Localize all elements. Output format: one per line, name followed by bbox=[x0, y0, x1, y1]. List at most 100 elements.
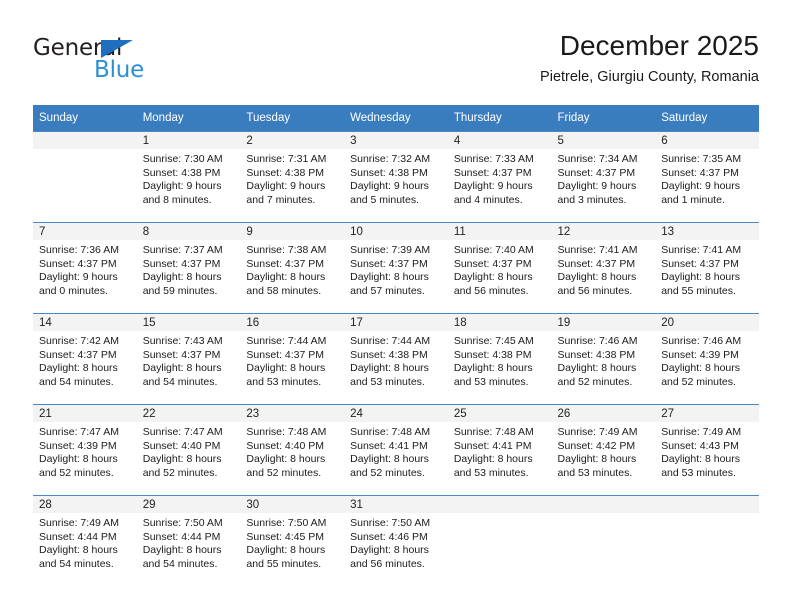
day-number: 28 bbox=[33, 496, 137, 513]
calendar-day-cell[interactable]: 18 Sunrise: 7:45 AM Sunset: 4:38 PM Dayligh… bbox=[447, 313, 552, 405]
day-number: 14 bbox=[33, 314, 137, 331]
day-number: 8 bbox=[136, 223, 241, 240]
sunrise-text: Sunrise: 7:36 AM bbox=[39, 244, 119, 256]
day-cell-inner: 6 Sunrise: 7:35 AM Sunset: 4:37 PM Daylight… bbox=[655, 132, 759, 222]
calendar-day-cell[interactable]: 21 Sunrise: 7:47 AM Sunset: 4:39 PM Dayligh… bbox=[33, 404, 137, 496]
day-number: 24 bbox=[344, 405, 448, 422]
day-number bbox=[551, 496, 656, 513]
calendar-day-cell[interactable]: 3 Sunrise: 7:32 AM Sunset: 4:38 PM Daylight… bbox=[344, 131, 448, 223]
daylight-text-line1: Daylight: 8 hours bbox=[246, 271, 326, 284]
calendar-day-cell[interactable]: 16 Sunrise: 7:44 AM Sunset: 4:37 PM Dayligh… bbox=[240, 313, 345, 405]
calendar-day-cell[interactable]: 8 Sunrise: 7:37 AM Sunset: 4:37 PM Daylight… bbox=[136, 222, 241, 314]
sunrise-text: Sunrise: 7:38 AM bbox=[246, 244, 327, 256]
sunrise-text: Sunrise: 7:33 AM bbox=[453, 153, 534, 165]
calendar-day-cell[interactable]: 19 Sunrise: 7:46 AM Sunset: 4:38 PM Dayligh… bbox=[551, 313, 656, 405]
sunrise-text: Sunrise: 7:39 AM bbox=[350, 244, 431, 256]
day-details: Sunrise: 7:50 AM Sunset: 4:45 PM Daylight:… bbox=[240, 513, 344, 571]
calendar-week-row: 21 Sunrise: 7:47 AM Sunset: 4:39 PM Dayligh… bbox=[33, 404, 759, 496]
sunrise-text: Sunrise: 7:48 AM bbox=[453, 426, 534, 438]
day-cell-inner: 9 Sunrise: 7:38 AM Sunset: 4:37 PM Daylight… bbox=[240, 223, 345, 313]
daylight-text-line1: Daylight: 8 hours bbox=[350, 544, 429, 557]
day-number bbox=[33, 132, 137, 149]
daylight-text-line1: Daylight: 8 hours bbox=[350, 362, 429, 375]
sunset-text: Sunset: 4:39 PM bbox=[39, 439, 117, 452]
daylight-text-line1: Daylight: 9 hours bbox=[350, 180, 429, 193]
calendar-day-cell[interactable]: 2 Sunrise: 7:31 AM Sunset: 4:38 PM Daylight… bbox=[240, 131, 345, 223]
calendar-day-cell[interactable]: 1 Sunrise: 7:30 AM Sunset: 4:38 PM Daylight… bbox=[136, 131, 241, 223]
calendar-day-cell[interactable]: 6 Sunrise: 7:35 AM Sunset: 4:37 PM Daylight… bbox=[655, 131, 759, 223]
day-cell-inner: 30 Sunrise: 7:50 AM Sunset: 4:45 PM Dayligh… bbox=[240, 496, 345, 586]
sunset-text: Sunset: 4:37 PM bbox=[453, 257, 532, 270]
day-details: Sunrise: 7:46 AM Sunset: 4:38 PM Daylight:… bbox=[552, 331, 656, 389]
page-header: General Blue December 2025 Pietrele, Giu… bbox=[33, 28, 759, 100]
logo-triangle-icon bbox=[101, 40, 133, 58]
calendar-day-cell[interactable]: 26 Sunrise: 7:49 AM Sunset: 4:42 PM Dayligh… bbox=[551, 404, 656, 496]
day-number: 31 bbox=[344, 496, 448, 513]
day-details: Sunrise: 7:50 AM Sunset: 4:46 PM Daylight:… bbox=[344, 513, 448, 571]
calendar-day-cell[interactable]: 20 Sunrise: 7:46 AM Sunset: 4:39 PM Dayligh… bbox=[655, 313, 759, 405]
day-cell-inner: 7 Sunrise: 7:36 AM Sunset: 4:37 PM Daylight… bbox=[33, 223, 137, 313]
day-details: Sunrise: 7:32 AM Sunset: 4:38 PM Daylight:… bbox=[344, 149, 448, 207]
weekday-header-tuesday: Tuesday bbox=[240, 105, 345, 132]
calendar-body: 1 Sunrise: 7:30 AM Sunset: 4:38 PM Daylight… bbox=[33, 131, 759, 586]
calendar-day-cell[interactable]: 15 Sunrise: 7:43 AM Sunset: 4:37 PM Dayligh… bbox=[136, 313, 241, 405]
sunset-text: Sunset: 4:44 PM bbox=[142, 530, 221, 543]
calendar-day-cell[interactable]: 11 Sunrise: 7:40 AM Sunset: 4:37 PM Dayligh… bbox=[447, 222, 552, 314]
sunrise-text: Sunrise: 7:35 AM bbox=[661, 153, 742, 165]
calendar-day-cell[interactable]: 29 Sunrise: 7:50 AM Sunset: 4:44 PM Dayligh… bbox=[136, 495, 241, 586]
daylight-text-line1: Daylight: 9 hours bbox=[453, 180, 533, 193]
calendar-day-cell[interactable]: 27 Sunrise: 7:49 AM Sunset: 4:43 PM Dayligh… bbox=[655, 404, 759, 496]
calendar-day-cell[interactable]: 12 Sunrise: 7:41 AM Sunset: 4:37 PM Dayligh… bbox=[551, 222, 656, 314]
daylight-text-line2: and 59 minutes. bbox=[142, 284, 218, 297]
calendar-day-cell-empty bbox=[551, 495, 656, 586]
calendar-day-cell[interactable]: 24 Sunrise: 7:48 AM Sunset: 4:41 PM Dayligh… bbox=[344, 404, 448, 496]
daylight-text-line2: and 54 minutes. bbox=[142, 375, 218, 388]
sunset-text: Sunset: 4:45 PM bbox=[246, 530, 325, 543]
day-number: 2 bbox=[240, 132, 345, 149]
day-number: 6 bbox=[655, 132, 759, 149]
calendar-day-cell[interactable]: 4 Sunrise: 7:33 AM Sunset: 4:37 PM Daylight… bbox=[447, 131, 552, 223]
day-details: Sunrise: 7:45 AM Sunset: 4:38 PM Daylight:… bbox=[448, 331, 552, 389]
day-cell-inner: 23 Sunrise: 7:48 AM Sunset: 4:40 PM Dayligh… bbox=[240, 405, 345, 495]
day-details: Sunrise: 7:34 AM Sunset: 4:37 PM Daylight:… bbox=[552, 149, 656, 207]
daylight-text-line1: Daylight: 8 hours bbox=[557, 271, 637, 284]
daylight-text-line1: Daylight: 9 hours bbox=[661, 180, 741, 193]
sunset-text: Sunset: 4:37 PM bbox=[39, 257, 117, 270]
sunset-text: Sunset: 4:37 PM bbox=[39, 348, 117, 361]
calendar-day-cell[interactable]: 5 Sunrise: 7:34 AM Sunset: 4:37 PM Daylight… bbox=[551, 131, 656, 223]
daylight-text-line1: Daylight: 9 hours bbox=[142, 180, 222, 193]
sunrise-text: Sunrise: 7:47 AM bbox=[142, 426, 223, 438]
sunset-text: Sunset: 4:38 PM bbox=[142, 166, 221, 179]
calendar-day-cell[interactable]: 23 Sunrise: 7:48 AM Sunset: 4:40 PM Dayligh… bbox=[240, 404, 345, 496]
calendar-day-cell[interactable]: 13 Sunrise: 7:41 AM Sunset: 4:37 PM Dayligh… bbox=[655, 222, 759, 314]
daylight-text-line2: and 52 minutes. bbox=[39, 466, 114, 479]
day-cell-inner: 13 Sunrise: 7:41 AM Sunset: 4:37 PM Dayligh… bbox=[655, 223, 759, 313]
calendar-day-cell[interactable]: 14 Sunrise: 7:42 AM Sunset: 4:37 PM Dayligh… bbox=[33, 313, 137, 405]
daylight-text-line2: and 54 minutes. bbox=[39, 557, 114, 570]
calendar-day-cell[interactable]: 9 Sunrise: 7:38 AM Sunset: 4:37 PM Daylight… bbox=[240, 222, 345, 314]
calendar-day-cell[interactable]: 17 Sunrise: 7:44 AM Sunset: 4:38 PM Dayligh… bbox=[344, 313, 448, 405]
calendar-week-row: 1 Sunrise: 7:30 AM Sunset: 4:38 PM Daylight… bbox=[33, 131, 759, 223]
day-cell-inner: 17 Sunrise: 7:44 AM Sunset: 4:38 PM Dayligh… bbox=[344, 314, 448, 404]
day-number: 11 bbox=[447, 223, 552, 240]
day-cell-inner: 22 Sunrise: 7:47 AM Sunset: 4:40 PM Dayligh… bbox=[136, 405, 241, 495]
sunset-text: Sunset: 4:37 PM bbox=[246, 348, 325, 361]
daylight-text-line1: Daylight: 8 hours bbox=[350, 453, 429, 466]
daylight-text-line2: and 56 minutes. bbox=[453, 284, 529, 297]
sunset-text: Sunset: 4:37 PM bbox=[557, 166, 636, 179]
day-number: 17 bbox=[344, 314, 448, 331]
sunrise-text: Sunrise: 7:49 AM bbox=[39, 517, 119, 529]
daylight-text-line1: Daylight: 9 hours bbox=[39, 271, 118, 284]
day-details: Sunrise: 7:50 AM Sunset: 4:44 PM Daylight:… bbox=[137, 513, 241, 571]
calendar-day-cell[interactable]: 30 Sunrise: 7:50 AM Sunset: 4:45 PM Dayligh… bbox=[240, 495, 345, 586]
calendar-week-row: 14 Sunrise: 7:42 AM Sunset: 4:37 PM Dayligh… bbox=[33, 313, 759, 405]
calendar-day-cell[interactable]: 25 Sunrise: 7:48 AM Sunset: 4:41 PM Dayligh… bbox=[447, 404, 552, 496]
calendar-day-cell[interactable]: 31 Sunrise: 7:50 AM Sunset: 4:46 PM Dayligh… bbox=[344, 495, 448, 586]
calendar-day-cell[interactable]: 22 Sunrise: 7:47 AM Sunset: 4:40 PM Dayligh… bbox=[136, 404, 241, 496]
calendar-day-cell[interactable]: 28 Sunrise: 7:49 AM Sunset: 4:44 PM Dayligh… bbox=[33, 495, 137, 586]
calendar-day-cell[interactable]: 10 Sunrise: 7:39 AM Sunset: 4:37 PM Dayligh… bbox=[344, 222, 448, 314]
sunrise-text: Sunrise: 7:30 AM bbox=[142, 153, 223, 165]
sunrise-text: Sunrise: 7:40 AM bbox=[453, 244, 534, 256]
daylight-text-line2: and 57 minutes. bbox=[350, 284, 425, 297]
calendar-day-cell[interactable]: 7 Sunrise: 7:36 AM Sunset: 4:37 PM Daylight… bbox=[33, 222, 137, 314]
